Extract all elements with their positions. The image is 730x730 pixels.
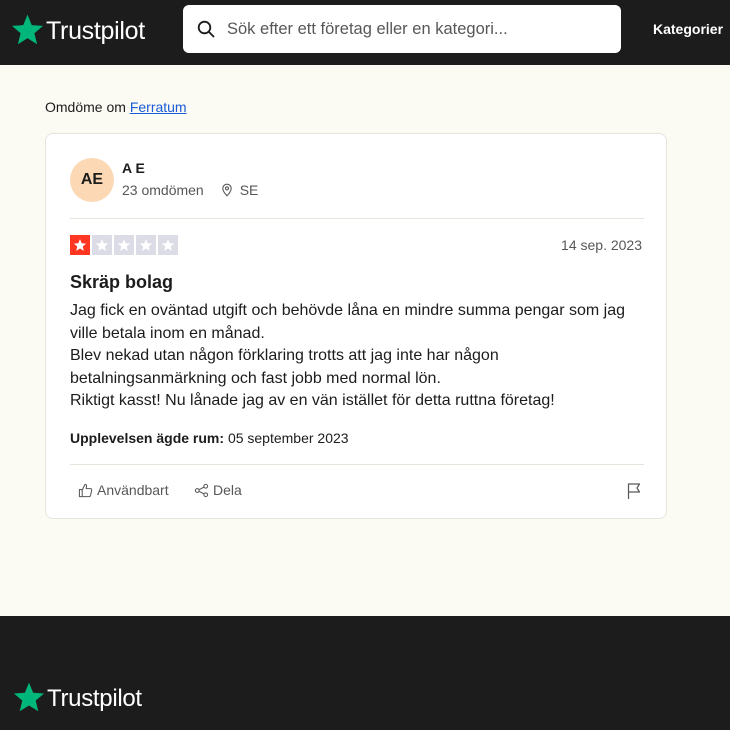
useful-label: Användbart — [97, 482, 169, 498]
reviewer-country: SE — [239, 182, 259, 198]
review-card: AE A E 23 omdömen SE 14 sep. 2023 Skräp … — [45, 133, 667, 519]
thumbs-up-icon — [78, 483, 93, 497]
trustpilot-star-icon — [13, 682, 45, 712]
review-paragraph: Riktigt kasst! Nu lånade jag av en vän i… — [70, 392, 555, 409]
trustpilot-wordmark: Trustpilot — [46, 16, 145, 45]
star-empty-icon — [114, 235, 134, 255]
breadcrumb-prefix: Omdöme om — [45, 99, 126, 115]
review-paragraph: Blev nekad utan någon förklaring trotts … — [70, 347, 499, 387]
avatar[interactable]: AE — [70, 158, 114, 202]
share-icon — [194, 483, 209, 497]
top-header: Trustpilot Kategorier — [0, 0, 730, 65]
review-body: Jag fick en oväntad utgift och behövde l… — [70, 300, 630, 413]
footer-trustpilot-logo[interactable]: Trustpilot — [13, 681, 142, 713]
star-rating — [70, 235, 178, 255]
main-content: Omdöme om Ferratum AE A E 23 omdömen SE … — [0, 65, 730, 616]
star-empty-icon — [136, 235, 156, 255]
trustpilot-logo[interactable]: Trustpilot — [11, 13, 145, 46]
review-paragraph: Jag fick en oväntad utgift och behövde l… — [70, 302, 625, 342]
reviewer-review-count: 23 omdömen — [122, 182, 204, 198]
star-empty-icon — [92, 235, 112, 255]
breadcrumb: Omdöme om Ferratum — [45, 99, 187, 115]
review-date: 14 sep. 2023 — [561, 237, 642, 253]
share-label: Dela — [213, 482, 242, 498]
divider — [70, 464, 644, 465]
divider — [70, 218, 644, 219]
reviewer-name[interactable]: A E — [122, 160, 145, 176]
star-empty-icon — [158, 235, 178, 255]
experience-date: Upplevelsen ägde rum: 05 september 2023 — [70, 430, 349, 446]
search-bar — [183, 5, 621, 53]
flag-icon[interactable] — [626, 482, 642, 500]
footer: Trustpilot — [0, 616, 730, 730]
trustpilot-star-icon — [11, 14, 44, 45]
useful-button[interactable]: Användbart — [78, 482, 169, 498]
reviewer-meta: 23 omdömen SE — [122, 182, 258, 198]
search-icon — [197, 20, 215, 38]
search-input[interactable] — [227, 5, 607, 53]
trustpilot-wordmark: Trustpilot — [47, 684, 142, 712]
share-button[interactable]: Dela — [194, 482, 242, 498]
experience-label: Upplevelsen ägde rum: — [70, 430, 225, 446]
star-filled-icon — [70, 235, 90, 255]
experience-value: 05 september 2023 — [227, 430, 349, 446]
review-title[interactable]: Skräp bolag — [70, 272, 173, 293]
categories-link[interactable]: Kategorier — [653, 21, 723, 37]
location-pin-icon — [221, 183, 232, 197]
company-link[interactable]: Ferratum — [130, 99, 187, 115]
